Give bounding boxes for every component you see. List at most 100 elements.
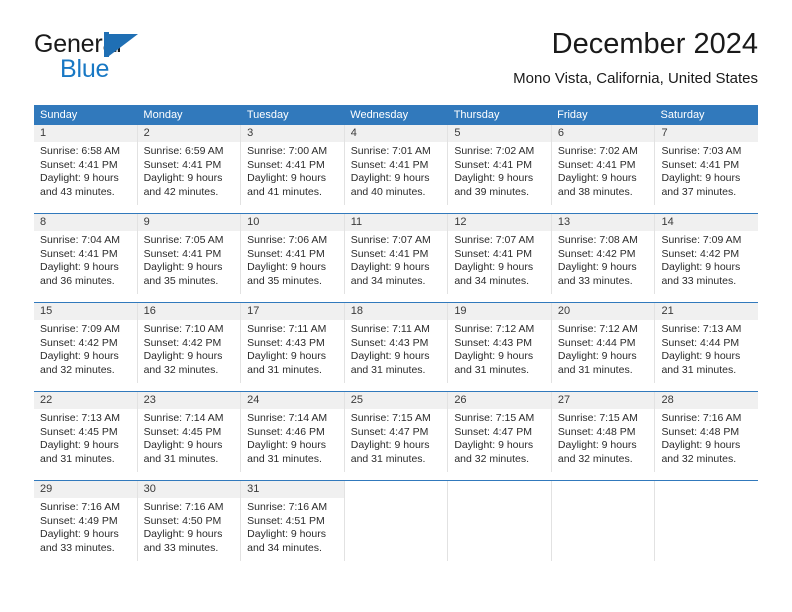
day-detail-line: Sunset: 4:41 PM [350,247,429,260]
weekday-header-friday: Friday [557,109,588,121]
weekday-header-sunday: Sunday [40,109,78,121]
day-detail-line: and 33 minutes. [40,541,115,554]
calendar-day-cell-empty [551,481,656,561]
calendar-day-cell[interactable]: 26 Sunrise: 7:15 AM Sunset: 4:47 PM Dayligh… [448,392,552,472]
calendar-day-cell[interactable]: 24 Sunrise: 7:14 AM Sunset: 4:46 PM Dayligh… [241,392,345,472]
day-details: Sunrise: 7:08 AM Sunset: 4:42 PM Daylight:… [552,231,655,288]
calendar-day-cell[interactable]: 8 Sunrise: 7:04 AM Sunset: 4:41 PM Daylight… [34,214,138,294]
weekday-header-wednesday: Wednesday [350,109,409,121]
day-detail-line: and 33 minutes. [557,274,633,287]
calendar-day-cell[interactable]: 28 Sunrise: 7:16 AM Sunset: 4:48 PM Dayligh… [655,392,759,472]
calendar-day-cell[interactable]: 19 Sunrise: 7:12 AM Sunset: 4:43 PM Dayligh… [448,303,552,383]
day-detail-line: Sunrise: 7:16 AM [143,501,224,513]
day-number: 13 [551,214,655,231]
calendar-day-cell[interactable]: 21 Sunrise: 7:13 AM Sunset: 4:44 PM Dayligh… [655,303,759,383]
day-detail-line: and 43 minutes. [40,185,115,198]
day-detail-line: Daylight: 9 hours [661,439,741,452]
calendar-day-cell[interactable]: 18 Sunrise: 7:11 AM Sunset: 4:43 PM Dayligh… [344,303,449,383]
calendar-day-cell[interactable]: 31 Sunrise: 7:16 AM Sunset: 4:51 PM Dayligh… [241,481,345,561]
day-detail-line: Sunrise: 7:00 AM [247,145,328,157]
calendar-day-cell[interactable]: 27 Sunrise: 7:15 AM Sunset: 4:48 PM Dayligh… [551,392,656,472]
day-number: 7 [655,125,759,142]
day-details: Sunrise: 6:58 AM Sunset: 4:41 PM Daylight:… [34,142,137,199]
calendar-week-row: 29 Sunrise: 7:16 AM Sunset: 4:49 PM Dayligh… [34,480,759,561]
day-detail-line: Sunset: 4:41 PM [40,247,118,260]
calendar-week-row: 8 Sunrise: 7:04 AM Sunset: 4:41 PM Daylight… [34,213,759,294]
day-details: Sunrise: 7:02 AM Sunset: 4:41 PM Daylight:… [448,142,551,199]
day-details: Sunrise: 7:16 AM Sunset: 4:48 PM Daylight:… [655,409,758,466]
weekday-header-monday: Monday [143,109,183,121]
day-detail-line: Daylight: 9 hours [40,350,119,363]
day-details: Sunrise: 7:13 AM Sunset: 4:44 PM Daylight:… [655,320,758,377]
day-detail-line: and 31 minutes. [40,452,115,465]
day-details: Sunrise: 7:16 AM Sunset: 4:51 PM Daylight:… [241,498,344,555]
day-detail-line: and 39 minutes. [454,185,530,198]
calendar-day-cell[interactable]: 2 Sunrise: 6:59 AM Sunset: 4:41 PM Daylight… [137,125,242,205]
day-details: Sunrise: 7:02 AM Sunset: 4:41 PM Daylight:… [552,142,655,199]
day-detail-line: Sunrise: 7:09 AM [661,234,742,246]
day-detail-line: and 42 minutes. [143,185,219,198]
day-detail-line: Sunset: 4:41 PM [40,158,118,171]
day-detail-line: and 35 minutes. [247,274,322,287]
day-detail-line: and 34 minutes. [247,541,322,554]
day-detail-line: Sunrise: 7:15 AM [557,412,638,424]
day-detail-line: Daylight: 9 hours [350,350,430,363]
day-number: 26 [448,392,551,409]
day-detail-line: Sunrise: 7:03 AM [661,145,742,157]
day-detail-line: Sunset: 4:42 PM [661,247,740,260]
calendar-day-cell[interactable]: 30 Sunrise: 7:16 AM Sunset: 4:50 PM Dayligh… [137,481,242,561]
day-detail-line: and 31 minutes. [661,363,737,376]
calendar-day-cell[interactable]: 15 Sunrise: 7:09 AM Sunset: 4:42 PM Dayligh… [34,303,138,383]
calendar-day-cell[interactable]: 7 Sunrise: 7:03 AM Sunset: 4:41 PM Daylight… [655,125,759,205]
calendar-day-cell[interactable]: 12 Sunrise: 7:07 AM Sunset: 4:41 PM Dayligh… [448,214,552,294]
day-detail-line: Sunrise: 7:06 AM [247,234,328,246]
calendar-day-cell[interactable]: 29 Sunrise: 7:16 AM Sunset: 4:49 PM Dayligh… [34,481,138,561]
day-detail-line: and 31 minutes. [143,452,219,465]
page-header: General Blue December 2024 Mono Vista, C… [34,26,758,98]
calendar-day-cell[interactable]: 14 Sunrise: 7:09 AM Sunset: 4:42 PM Dayligh… [655,214,759,294]
day-detail-line: and 32 minutes. [557,452,633,465]
page-title: December 2024 [551,28,758,60]
day-number: 6 [551,125,655,142]
day-detail-line: Sunrise: 7:16 AM [661,412,742,424]
calendar-day-cell[interactable]: 10 Sunrise: 7:06 AM Sunset: 4:41 PM Dayligh… [241,214,345,294]
day-detail-line: Sunrise: 7:04 AM [40,234,120,246]
day-details: Sunrise: 6:59 AM Sunset: 4:41 PM Daylight:… [138,142,241,199]
day-detail-line: Sunrise: 7:15 AM [454,412,535,424]
general-blue-logo[interactable]: General Blue [34,30,244,92]
day-detail-line: Sunset: 4:44 PM [661,336,740,349]
day-detail-line: Daylight: 9 hours [454,172,534,185]
calendar-day-cell[interactable]: 20 Sunrise: 7:12 AM Sunset: 4:44 PM Dayligh… [551,303,656,383]
day-detail-line: Sunrise: 7:09 AM [40,323,120,335]
calendar-day-cell[interactable]: 3 Sunrise: 7:00 AM Sunset: 4:41 PM Daylight… [241,125,345,205]
day-detail-line: and 35 minutes. [143,274,219,287]
day-detail-line: Sunset: 4:48 PM [661,425,740,438]
day-detail-line: Sunset: 4:45 PM [40,425,118,438]
day-details: Sunrise: 7:05 AM Sunset: 4:41 PM Daylight:… [138,231,241,288]
day-number: 22 [34,392,137,409]
calendar-day-cell[interactable]: 13 Sunrise: 7:08 AM Sunset: 4:42 PM Dayligh… [551,214,656,294]
calendar-day-cell-empty [448,481,552,561]
calendar-day-cell[interactable]: 5 Sunrise: 7:02 AM Sunset: 4:41 PM Daylight… [448,125,552,205]
calendar-day-cell[interactable]: 16 Sunrise: 7:10 AM Sunset: 4:42 PM Dayligh… [137,303,242,383]
calendar-week-row: 1 Sunrise: 6:58 AM Sunset: 4:41 PM Daylight… [34,125,759,205]
day-number: 3 [241,125,344,142]
calendar-day-cell[interactable]: 1 Sunrise: 6:58 AM Sunset: 4:41 PM Daylight… [34,125,138,205]
calendar-day-cell[interactable]: 4 Sunrise: 7:01 AM Sunset: 4:41 PM Daylight… [344,125,449,205]
calendar-day-cell[interactable]: 23 Sunrise: 7:14 AM Sunset: 4:45 PM Dayligh… [137,392,242,472]
day-detail-line: and 32 minutes. [40,363,115,376]
day-detail-line: Daylight: 9 hours [454,439,534,452]
calendar-day-cell[interactable]: 25 Sunrise: 7:15 AM Sunset: 4:47 PM Dayligh… [344,392,449,472]
day-number: 12 [448,214,551,231]
day-detail-line: and 40 minutes. [350,185,426,198]
day-detail-line: Daylight: 9 hours [40,528,119,541]
day-detail-line: Sunrise: 7:07 AM [350,234,431,246]
calendar-day-cell[interactable]: 6 Sunrise: 7:02 AM Sunset: 4:41 PM Daylight… [551,125,656,205]
calendar-day-cell[interactable]: 22 Sunrise: 7:13 AM Sunset: 4:45 PM Dayligh… [34,392,138,472]
calendar-day-cell[interactable]: 9 Sunrise: 7:05 AM Sunset: 4:41 PM Daylight… [137,214,242,294]
day-number: 25 [344,392,448,409]
calendar-day-cell[interactable]: 11 Sunrise: 7:07 AM Sunset: 4:41 PM Dayligh… [344,214,449,294]
calendar-day-cell-empty [344,481,449,561]
day-number: 2 [137,125,241,142]
calendar-day-cell[interactable]: 17 Sunrise: 7:11 AM Sunset: 4:43 PM Dayligh… [241,303,345,383]
